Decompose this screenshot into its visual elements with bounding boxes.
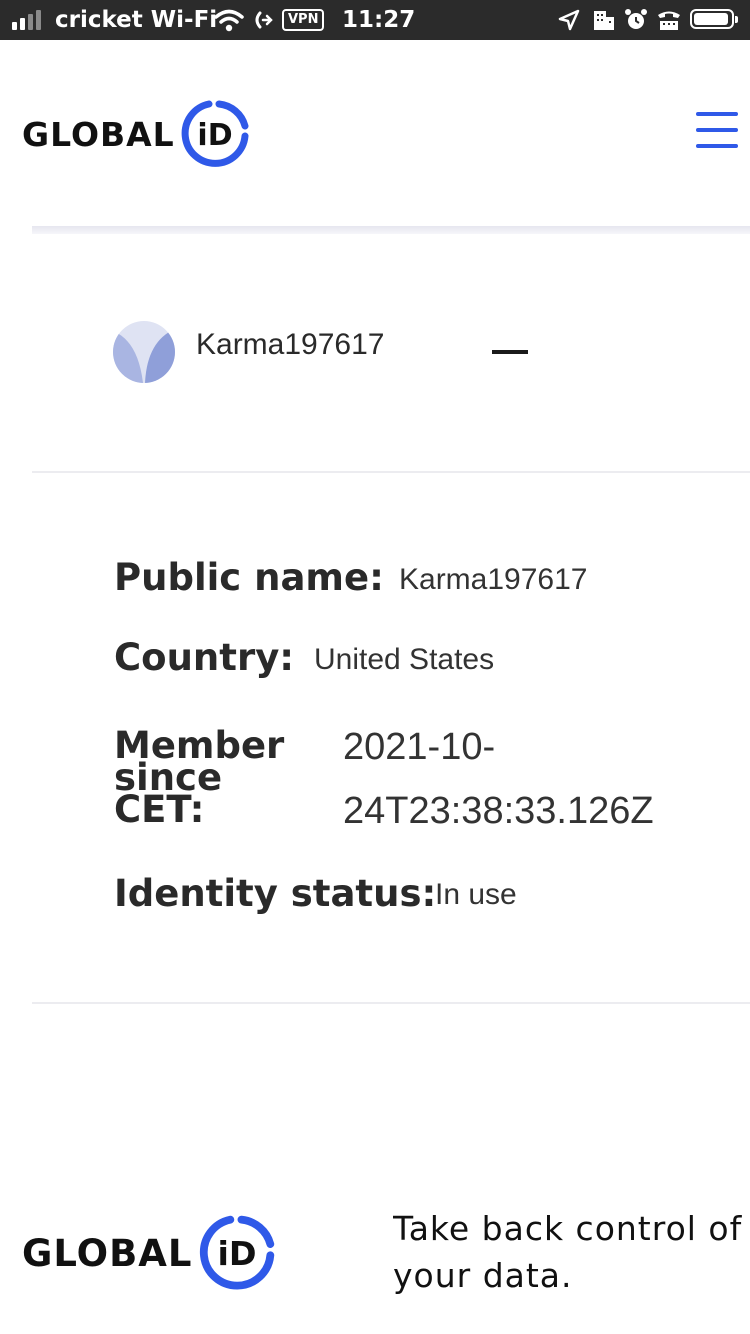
tty-icon xyxy=(656,0,682,40)
member-since-label-line3: CET: xyxy=(114,788,205,831)
collapse-icon[interactable] xyxy=(480,336,540,366)
globalid-logo[interactable]: GLOBAL iD xyxy=(22,98,251,170)
footer-tagline-line1: Take back control of xyxy=(393,1209,743,1248)
section-divider xyxy=(32,1002,750,1004)
member-since-value-line1: 2021-10- xyxy=(343,726,496,768)
footer-logo-id-mark-icon: iD xyxy=(199,1215,274,1290)
logo-id-text: iD xyxy=(197,118,232,153)
country-label: Country: xyxy=(114,636,295,679)
carrier-label: cricket Wi-Fi xyxy=(55,7,218,33)
footer-logo-id-text: iD xyxy=(217,1234,256,1273)
signal-strength-icon xyxy=(12,10,41,30)
clock: 11:27 xyxy=(342,7,416,33)
footer-logo-wordmark: GLOBAL xyxy=(22,1231,193,1275)
menu-button[interactable] xyxy=(696,112,738,150)
identity-status-value: In use xyxy=(435,878,517,911)
logo-wordmark: GLOBAL xyxy=(22,114,175,154)
building-icon xyxy=(592,0,616,40)
public-name-value: Karma197617 xyxy=(399,563,588,596)
member-since-label: Member since CET: xyxy=(114,727,284,831)
battery-icon xyxy=(690,9,738,29)
avatar-icon xyxy=(113,321,175,383)
footer-globalid-logo[interactable]: GLOBAL iD xyxy=(22,1213,277,1293)
public-name-label: Public name: xyxy=(114,556,384,599)
member-since-value-line2: 24T23:38:33.126Z xyxy=(343,790,654,832)
identity-status-label: Identity status: xyxy=(114,872,437,915)
alarm-icon xyxy=(624,0,648,40)
member-since-value: 2021-10- 24T23:38:33.126Z xyxy=(343,715,654,843)
vpn-badge: VPN xyxy=(282,0,325,40)
call-forward-icon xyxy=(252,0,274,40)
wifi-icon xyxy=(214,0,244,40)
app-header: GLOBAL iD xyxy=(0,40,750,226)
profile-username: Karma197617 xyxy=(196,328,385,361)
footer-tagline: Take back control of your data. xyxy=(393,1205,750,1299)
header-divider xyxy=(32,226,750,234)
section-divider xyxy=(32,471,750,473)
footer-tagline-line2: your data. xyxy=(393,1256,573,1295)
status-bar: cricket Wi-Fi VPN 11:27 xyxy=(0,0,750,40)
location-arrow-icon xyxy=(558,0,580,40)
logo-id-mark-icon: iD xyxy=(181,100,249,167)
country-value: United States xyxy=(314,643,495,676)
